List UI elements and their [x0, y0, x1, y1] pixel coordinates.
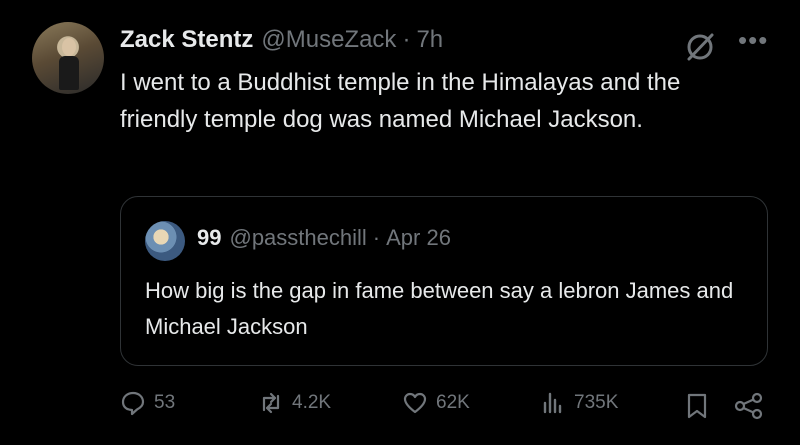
separator-dot: · [402, 26, 411, 53]
reply-icon [121, 391, 145, 416]
quoted-author-name: 99 [197, 225, 222, 250]
author-handle[interactable]: @MuseZack [261, 26, 396, 54]
author-name[interactable]: Zack Stentz [120, 26, 253, 54]
views-icon [543, 392, 562, 414]
like-button[interactable]: 62K [402, 390, 470, 416]
quoted-date: Apr 26 [386, 225, 451, 250]
quoted-separator-dot: · [372, 225, 381, 250]
reply-button[interactable]: 53 [120, 390, 175, 416]
reply-count: 53 [154, 392, 176, 413]
repost-button[interactable]: 4.2K [258, 390, 331, 416]
like-count: 62K [436, 392, 470, 413]
share-icon[interactable] [734, 392, 764, 420]
repost-icon [262, 392, 280, 414]
view-count: 735K [574, 392, 619, 413]
bookmark-icon[interactable] [684, 392, 710, 420]
quoted-header: 99 @passthechill · Apr 26 [197, 225, 451, 251]
action-bar: 53 4.2K 62K 735K [120, 390, 770, 424]
quoted-author-avatar [145, 221, 185, 261]
avatar-face [62, 38, 76, 56]
tweet-header: Zack Stentz @MuseZack · 7h [120, 26, 443, 54]
heart-icon [403, 392, 427, 414]
quoted-text: How big is the gap in fame between say a… [145, 278, 734, 339]
avatar-figure [59, 56, 79, 90]
tweet-text: I went to a Buddhist temple in the Himal… [120, 69, 681, 133]
author-avatar[interactable] [32, 22, 104, 94]
tweet-time[interactable]: 7h [416, 26, 443, 54]
views-button[interactable]: 735K [540, 390, 618, 416]
quoted-tweet[interactable]: 99 @passthechill · Apr 26 How big is the… [120, 196, 768, 366]
more-options-icon[interactable]: ••• [738, 27, 768, 53]
repost-count: 4.2K [292, 392, 332, 413]
grok-icon[interactable] [683, 30, 717, 64]
quoted-author-handle: @passthechill [229, 225, 367, 250]
